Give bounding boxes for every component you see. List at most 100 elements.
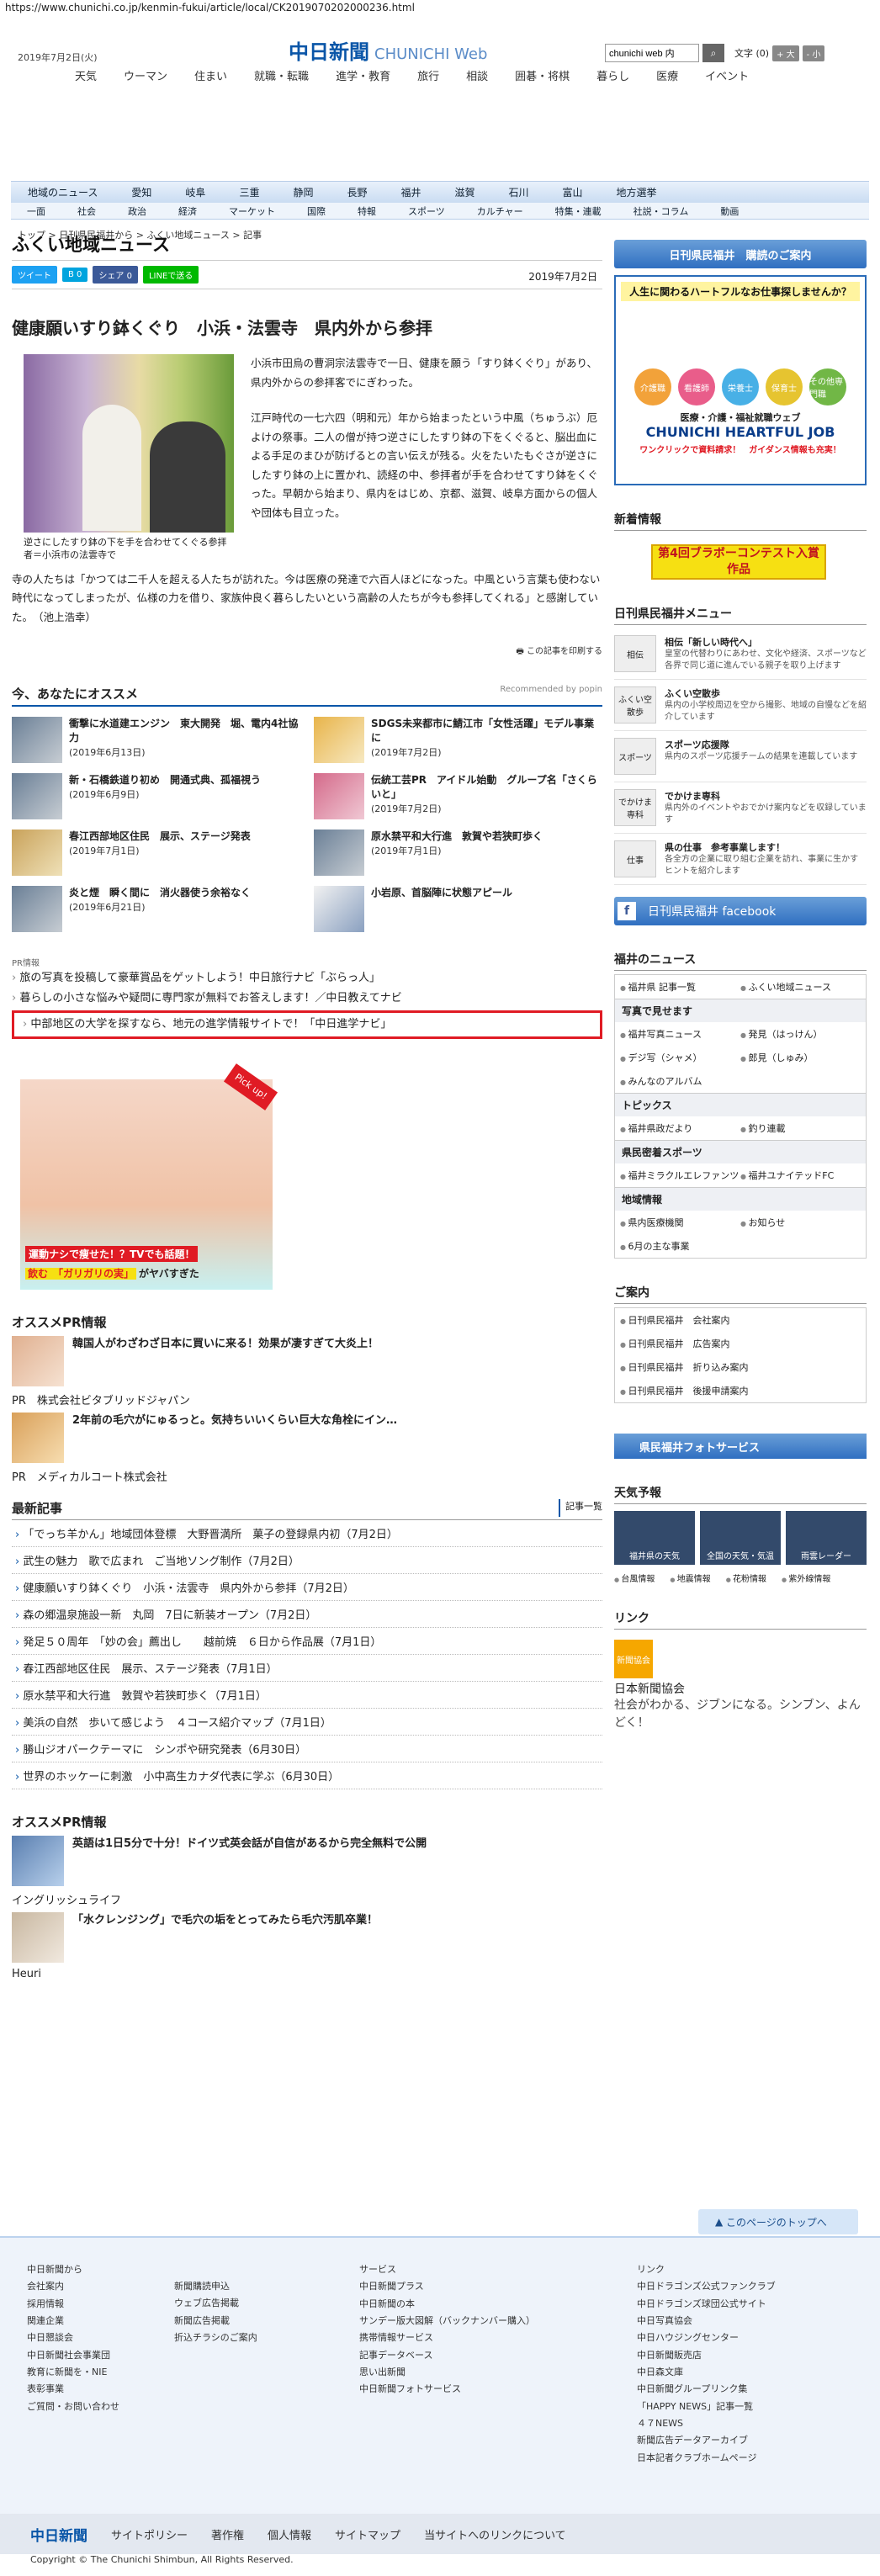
weather-tile[interactable]: 雨雲レーダー	[786, 1511, 867, 1565]
topnav-item[interactable]: 医療	[643, 67, 692, 83]
latest-item[interactable]: 武生の魅力 歌で広まれ ご当地ソング制作（7月2日）	[12, 1547, 602, 1575]
category-item[interactable]: 特報	[342, 204, 392, 218]
region-item[interactable]: 富山	[546, 185, 600, 199]
footer-link[interactable]: 日本記者クラブホームページ	[637, 2450, 856, 2467]
press-association-link[interactable]: 新聞協会 日本新聞協会 社会がわかる、ジブンになる。シンブン、よんどく！	[614, 1640, 867, 1732]
topnav-item[interactable]: 天気	[61, 67, 110, 83]
category-item[interactable]: 動画	[704, 204, 755, 218]
latest-item[interactable]: 春江西部地区住民 展示、ステージ発表（7月1日）	[12, 1655, 602, 1683]
photo-link[interactable]: デジ写（シャメ）	[620, 1051, 740, 1064]
footer-link[interactable]: 新聞購読申込	[174, 2278, 359, 2295]
footer-bar-link[interactable]: サイトポリシー	[111, 2526, 188, 2542]
all-articles-link[interactable]: 記事一覧	[559, 1499, 602, 1518]
recommend-item[interactable]: 伝統工芸PR アイドル始動 グループ名「さくらいと」 (2019年7月2日)	[314, 773, 602, 820]
footer-bar-link[interactable]: サイトマップ	[335, 2526, 400, 2542]
topnav-item[interactable]: 就職・転職	[241, 67, 322, 83]
weather-link[interactable]: 花粉情報	[726, 1572, 766, 1584]
footer-link[interactable]: 採用情報	[27, 2296, 174, 2313]
photo-link[interactable]: 福井写真ニュース	[620, 1027, 740, 1041]
footer-link[interactable]: 教育に新聞を・NIE	[27, 2364, 174, 2381]
weather-link[interactable]: 台風情報	[614, 1572, 655, 1584]
topnav-item[interactable]: 暮らし	[583, 67, 643, 83]
footer-link[interactable]: 表彰事業	[27, 2381, 174, 2398]
sports-link[interactable]: 福井ユナイテッドFC	[740, 1169, 861, 1182]
category-item[interactable]: マーケット	[213, 204, 291, 218]
footer-link[interactable]: 折込チラシのご案内	[174, 2330, 359, 2346]
recommend-item[interactable]: SDGS未来都市に鯖江市「女性活躍」モデル事業に (2019年7月2日)	[314, 717, 602, 764]
footer-link[interactable]: ４７NEWS	[637, 2415, 856, 2432]
weather-link[interactable]: 地震情報	[670, 1572, 711, 1584]
recommend-item[interactable]: 原水禁平和大行進 敦賀や若狭町歩く (2019年7月1日)	[314, 830, 602, 877]
footer-link[interactable]: ご質問・お問い合わせ	[27, 2398, 174, 2415]
weather-tile[interactable]: 全国の天気・気温	[700, 1511, 781, 1565]
weather-tile[interactable]: 福井県の天気	[614, 1511, 695, 1565]
category-item[interactable]: 政治	[112, 204, 162, 218]
category-item[interactable]: 一面	[11, 204, 61, 218]
weather-link[interactable]: 紫外線情報	[782, 1572, 830, 1584]
facebook-button[interactable]: f 日刊県民福井 facebook	[614, 897, 867, 925]
footer-link[interactable]: 中日新聞の本	[359, 2296, 637, 2313]
menu-item[interactable]: 仕事 県の仕事 参考事業します！ 各全方の企業に取り組む企業を訪れ、事業に生かすヒン…	[614, 834, 867, 885]
text-bigger-button[interactable]: + 大	[772, 45, 799, 61]
back-to-top-button[interactable]: ▲ このページのトップへ	[698, 2209, 858, 2234]
topnav-item[interactable]: 進学・教育	[322, 67, 404, 83]
region-item[interactable]: 福井	[384, 185, 437, 199]
topics-link[interactable]: 釣り連載	[740, 1121, 861, 1135]
topics-link[interactable]: 福井県政だより	[620, 1121, 740, 1135]
topnav-item[interactable]: 囲碁・将棋	[501, 67, 583, 83]
category-item[interactable]: 経済	[162, 204, 213, 218]
guide-link[interactable]: 日刊県民福井 広告案内	[620, 1337, 839, 1350]
footer-link[interactable]: サンデー版大図解（バックナンバー購入）	[359, 2313, 637, 2330]
footer-bar-link[interactable]: 著作権	[211, 2526, 244, 2542]
footer-link[interactable]: 中日写真協会	[637, 2313, 856, 2330]
latest-item[interactable]: 健康願いすり鉢くぐり 小浜・法雲寺 県内外から参拝（7月2日）	[12, 1574, 602, 1602]
region-item[interactable]: 滋賀	[438, 185, 492, 199]
footer-link[interactable]: 「HAPPY NEWS」記事一覧	[637, 2398, 856, 2415]
footer-link[interactable]: 中日ドラゴンズ公式ファンクラブ	[637, 2278, 856, 2295]
category-item[interactable]: 社会	[61, 204, 112, 218]
pr-link[interactable]: 暮らしの小さな悩みや疑問に専門家が無料でお答えします！／中日教えてナビ	[12, 989, 602, 1009]
subscribe-button[interactable]: 日刊県民福井 購読のご案内	[614, 240, 867, 268]
footer-logo[interactable]: 中日新聞	[30, 2524, 87, 2545]
topnav-item[interactable]: 旅行	[404, 67, 453, 83]
footer-link[interactable]: 中日新聞フォトサービス	[359, 2381, 637, 2398]
photo-link[interactable]: 発見（はっけん）	[740, 1027, 861, 1041]
region-item[interactable]: 三重	[222, 185, 276, 199]
menu-item[interactable]: ふくい空散歩 ふくい空散歩 県内の小学校周辺を空から撮影、地域の自慢などを紹介してい…	[614, 680, 867, 731]
site-logo[interactable]: 中日新聞 CHUNICHI Web	[289, 35, 487, 65]
latest-item[interactable]: 原水禁平和大行進 敦賀や若狭町歩く（7月1日）	[12, 1682, 602, 1709]
latest-item[interactable]: 「でっち羊かん」地域団体登標 大野晋満所 菓子の登録県内初（7月2日）	[12, 1520, 602, 1548]
category-item[interactable]: 社説・コラム	[618, 204, 705, 218]
latest-item[interactable]: 発足５０周年 「妙の会」薦出し 越前焼 ６日から作品展（7月1日）	[12, 1628, 602, 1656]
photo-link[interactable]: 郎見（しゅみ）	[740, 1051, 861, 1064]
footer-link[interactable]: 記事データベース	[359, 2347, 637, 2364]
region-item[interactable]: 地方選挙	[600, 185, 674, 199]
topnav-item[interactable]: イベント	[692, 67, 762, 83]
footer-link[interactable]: 携帯情報サービス	[359, 2330, 637, 2346]
area-link[interactable]: 6月の主な事業	[620, 1239, 746, 1253]
recommend-item[interactable]: 小岩原、首脳陣に状態アピール	[314, 886, 602, 933]
fukui-link[interactable]: 福井県 記事一覧	[620, 980, 740, 994]
search-input[interactable]	[605, 44, 699, 62]
menu-item[interactable]: 相伝 相伝「新しい時代へ」 皇室の代替わりにあわせ、文化や経済、スポーツなど各界で同…	[614, 628, 867, 680]
menu-item[interactable]: でかけま専科 でかけま専科 県内外のイベントやおでかけ案内などを収録しています	[614, 782, 867, 834]
topnav-item[interactable]: 相談	[453, 67, 501, 83]
recommend-item[interactable]: 炎と煙 瞬く間に 消火器使う余裕なく (2019年6月21日)	[12, 886, 300, 933]
guide-link[interactable]: 日刊県民福井 折り込み案内	[620, 1360, 839, 1374]
ad-banner[interactable]: Pick up! 運動ナシで痩せた！？TVでも話題！ 飲む 「ガリガリの実」 がヤバ…	[20, 1063, 278, 1291]
sports-link[interactable]: 福井ミラクルエレファンツ	[620, 1169, 740, 1182]
line-button[interactable]: LINEで送る	[142, 266, 199, 284]
footer-link[interactable]: 思い出新聞	[359, 2364, 637, 2381]
footer-link[interactable]: 中日懇談会	[27, 2330, 174, 2346]
category-item[interactable]: カルチャー	[461, 204, 539, 218]
pr-item[interactable]: 英語は1日5分で十分！ドイツ式英会話が自信があるから完全無料で公開	[12, 1836, 602, 1887]
footer-link[interactable]: 中日ドラゴンズ球団公式サイト	[637, 2296, 856, 2313]
contest-banner[interactable]: 第4回ブラボーコンテスト入賞作品	[651, 544, 826, 580]
pr-link[interactable]: 旅の写真を投稿して豪華賞品をゲットしよう！中日旅行ナビ「ぶらっ人」	[12, 968, 602, 989]
latest-item[interactable]: 美浜の自然 歩いて感じよう ４コース紹介マップ（7月1日）	[12, 1709, 602, 1736]
latest-item[interactable]: 世界のホッケーに刺激 小中高生カナダ代表に学ぶ（6月30日）	[12, 1762, 602, 1790]
pr-item[interactable]: 韓国人がわざわざ日本に買いに来る！効果が凄すぎて大炎上！	[12, 1336, 602, 1387]
footer-link[interactable]: 新聞広告掲載	[174, 2313, 359, 2330]
topnav-item[interactable]: 住まい	[181, 67, 241, 83]
footer-link[interactable]: 中日新聞社会事業団	[27, 2347, 174, 2364]
